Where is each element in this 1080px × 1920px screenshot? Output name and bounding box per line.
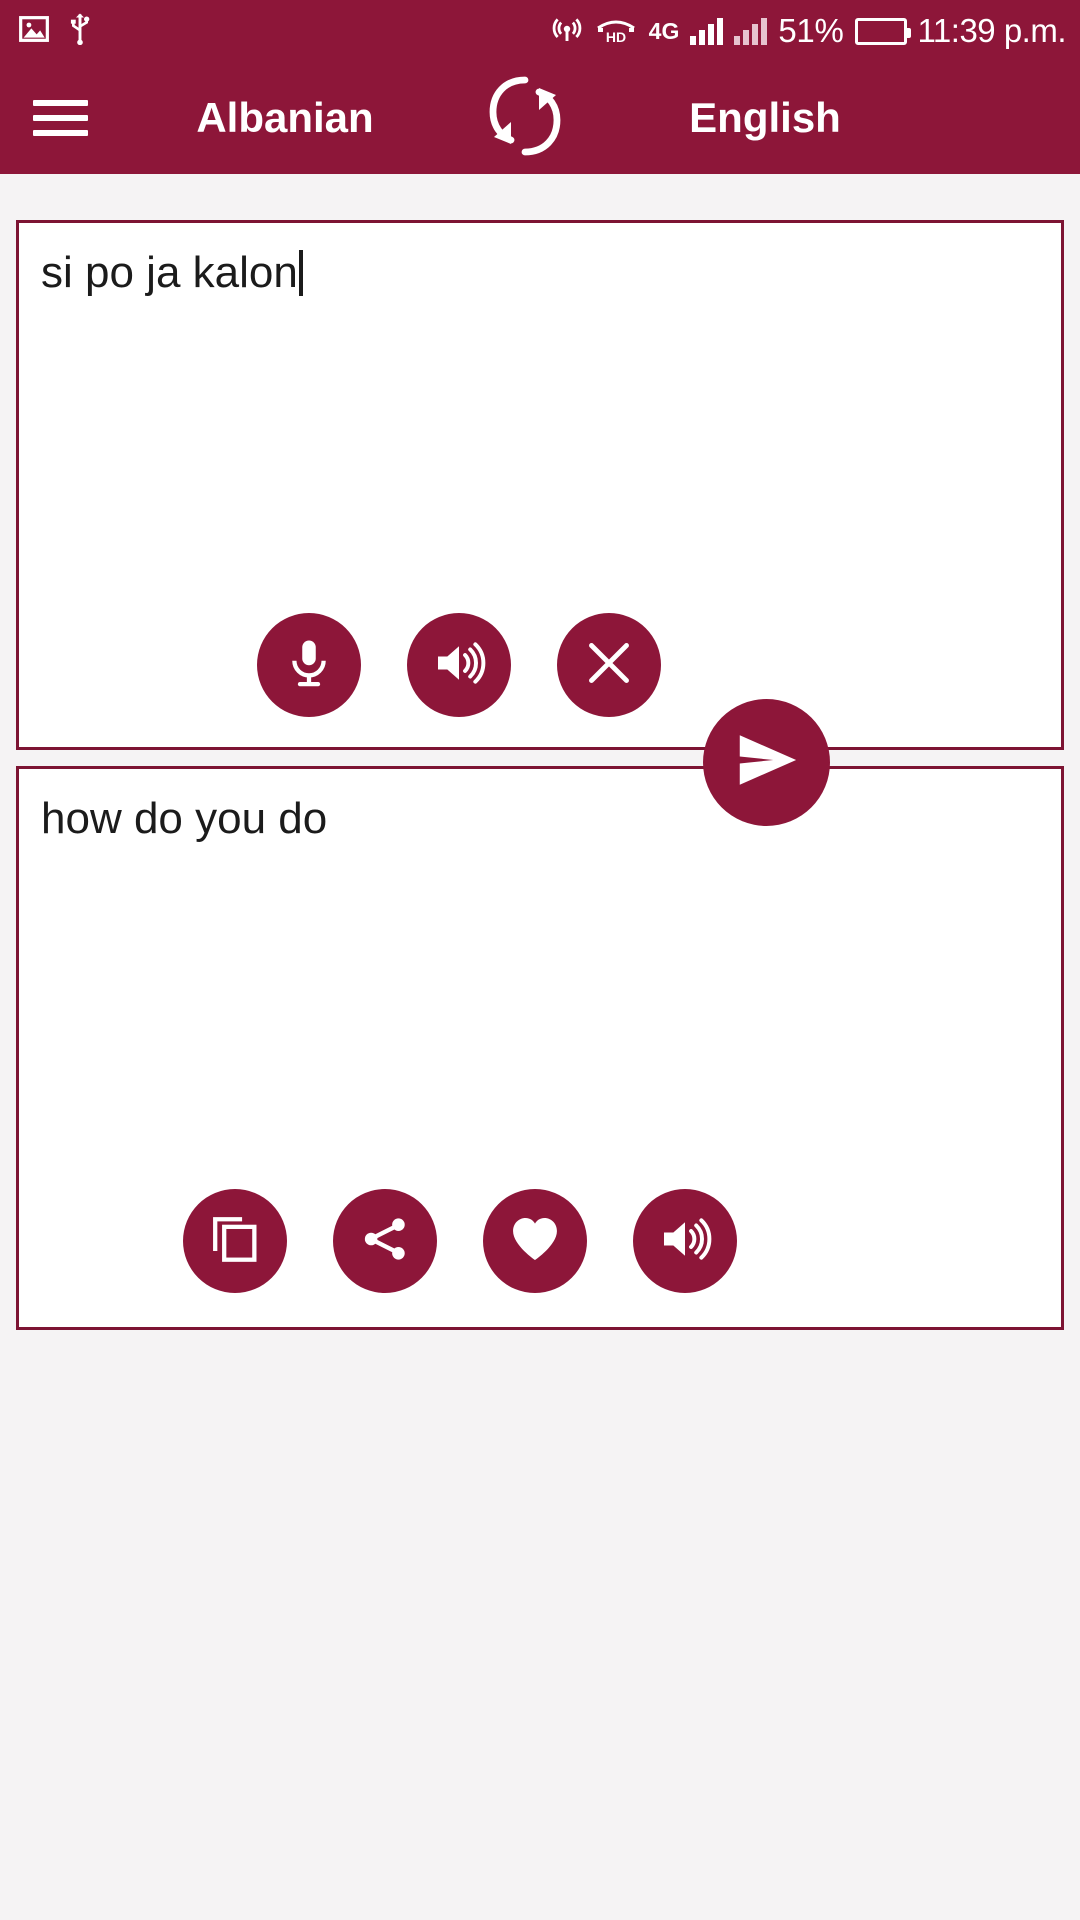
source-actions — [257, 613, 661, 717]
status-bar-left — [18, 13, 94, 50]
clock-label: 11:39 p.m. — [917, 12, 1067, 49]
battery-percent-label: 51% — [778, 12, 844, 49]
source-text-panel[interactable]: si po ja kalon — [16, 220, 1064, 750]
menu-button[interactable] — [0, 100, 120, 136]
status-bar: HD 4G 51% 11:39 p.m. — [0, 0, 1080, 62]
source-text-value: si po ja kalon — [41, 248, 298, 297]
signal-sim2-icon — [734, 17, 768, 45]
send-icon — [729, 722, 805, 803]
hotspot-icon — [551, 13, 583, 50]
heart-icon — [507, 1211, 563, 1272]
clear-button[interactable] — [557, 613, 661, 717]
text-caret — [298, 250, 303, 296]
speak-input-button[interactable] — [407, 613, 511, 717]
share-button[interactable] — [333, 1189, 437, 1293]
status-bar-right: HD 4G 51% 11:39 p.m. — [551, 12, 1067, 50]
network-4g-icon: 4G — [648, 17, 680, 44]
speak-output-button[interactable] — [633, 1189, 737, 1293]
close-icon — [581, 635, 637, 696]
source-text[interactable]: si po ja kalon — [41, 247, 1039, 300]
battery-icon — [854, 17, 911, 45]
target-language-selector[interactable]: English — [600, 94, 930, 142]
translation-actions — [183, 1189, 737, 1293]
source-language-selector[interactable]: Albanian — [120, 94, 450, 142]
translated-text: how do you do — [41, 794, 328, 843]
translated-text-panel[interactable]: how do you do — [16, 766, 1064, 1330]
swap-icon — [477, 68, 573, 169]
copy-icon — [208, 1212, 262, 1271]
favorite-button[interactable] — [483, 1189, 587, 1293]
microphone-icon — [282, 636, 336, 695]
speaker-icon — [431, 635, 487, 696]
app-bar: Albanian English — [0, 62, 1080, 174]
volte-hd-icon: HD — [594, 14, 638, 49]
speaker-icon — [657, 1211, 713, 1272]
mic-button[interactable] — [257, 613, 361, 717]
signal-sim1-icon — [690, 17, 724, 45]
image-icon — [18, 13, 50, 50]
menu-icon-bar — [32, 115, 88, 121]
svg-text:HD: HD — [606, 29, 626, 44]
swap-languages-button[interactable] — [450, 68, 600, 169]
usb-icon — [66, 13, 94, 50]
copy-button[interactable] — [183, 1189, 287, 1293]
send-button[interactable] — [703, 699, 830, 826]
menu-icon-bar — [32, 100, 88, 106]
menu-icon-bar — [32, 130, 88, 136]
share-icon — [359, 1213, 411, 1270]
